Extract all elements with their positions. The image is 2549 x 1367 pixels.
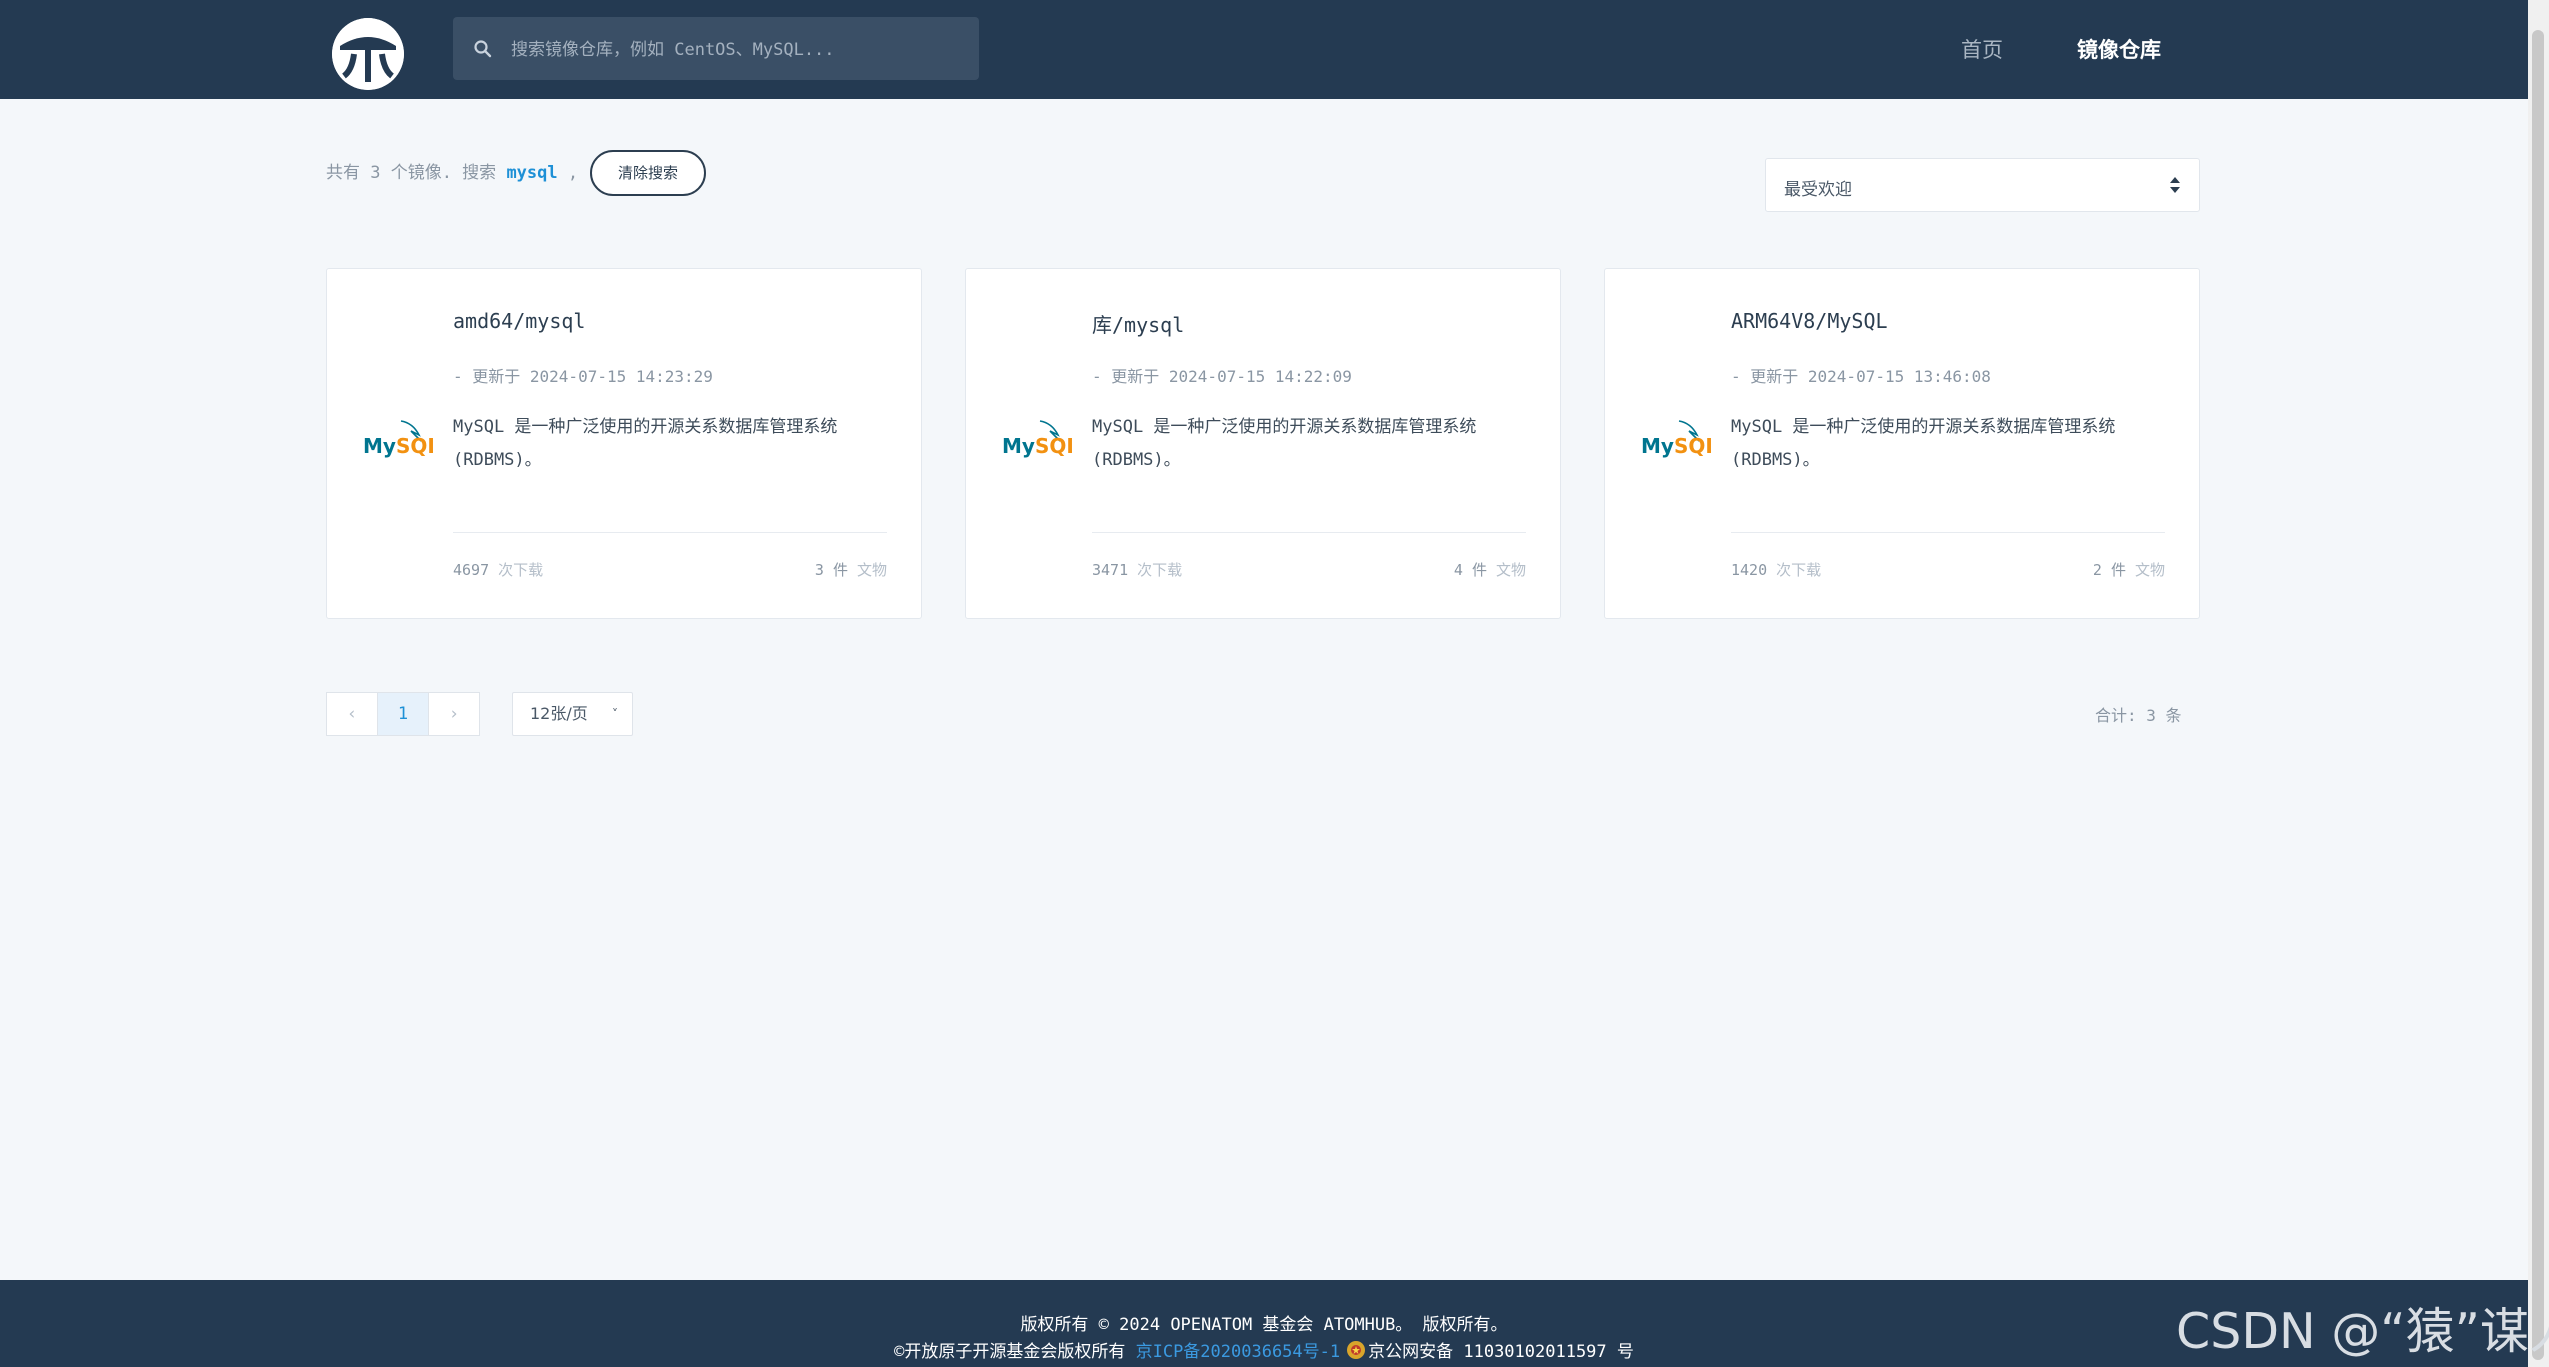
next-page-button[interactable]: › xyxy=(428,692,480,736)
nav-link-home[interactable]: 首页 xyxy=(1961,34,2003,64)
card-description: MySQL 是一种广泛使用的开源关系数据库管理系统 (RDBMS)。 xyxy=(1092,417,1477,470)
public-security-record-link[interactable]: 京公网安备 11030102011597 号 xyxy=(1368,1342,1634,1362)
card-updated-time: - 更新于 2024-07-15 13:46:08 xyxy=(1731,367,1991,386)
total-count: 合计: 3 条 xyxy=(2095,706,2182,725)
scrollbar-thumb[interactable] xyxy=(2532,30,2544,1360)
card-downloads: 3471 次下载 xyxy=(1092,559,1182,580)
image-card[interactable]: MySQL 库/mysql - 更新于 2024-07-15 14:22:09 … xyxy=(965,268,1561,619)
prev-page-button[interactable]: ‹ xyxy=(326,692,378,736)
image-card[interactable]: MySQL ARM64V8/MySQL - 更新于 2024-07-15 13:… xyxy=(1604,268,2200,619)
sort-selected-value: 最受欢迎 xyxy=(1784,180,1852,200)
card-divider xyxy=(453,532,887,533)
icp-license-link[interactable]: 京ICP备2020036654号-1 xyxy=(1136,1342,1341,1362)
sort-select[interactable]: 最受欢迎 xyxy=(1765,158,2200,212)
card-divider xyxy=(1731,532,2165,533)
page-scrollbar[interactable] xyxy=(2528,0,2549,1367)
search-summary: 共有 3 个镜像. 搜索 mysql , xyxy=(326,158,578,183)
card-downloads: 4697 次下载 xyxy=(453,559,543,580)
page-size-value: 12张/页 xyxy=(530,704,588,723)
artifact-label: 文物 xyxy=(1495,561,1526,579)
svg-text:MySQL: MySQL xyxy=(363,434,433,458)
svg-text:MySQL: MySQL xyxy=(1641,434,1711,458)
footer-registration-line: ©开放原子开源基金会版权所有 京ICP备2020036654号-1 京公网安备 … xyxy=(0,1337,2528,1362)
download-label: 次下载 xyxy=(1776,561,1822,579)
footer: 版权所有 © 2024 OPENATOM 基金会 ATOMHUB。 版权所有。 … xyxy=(0,1280,2528,1367)
image-card[interactable]: MySQL amd64/mysql - 更新于 2024-07-15 14:23… xyxy=(326,268,922,619)
summary-text: 共有 3 个镜像. 搜索 xyxy=(326,163,497,183)
artifact-count: 4 件 xyxy=(1453,561,1487,579)
artifact-count: 3 件 xyxy=(814,561,848,579)
page-size-select[interactable]: 12张/页 ˅ xyxy=(512,692,633,736)
card-description: MySQL 是一种广泛使用的开源关系数据库管理系统 (RDBMS)。 xyxy=(1731,417,2116,470)
card-downloads: 1420 次下载 xyxy=(1731,559,1821,580)
clear-search-button[interactable]: 清除搜索 xyxy=(590,150,706,196)
mysql-logo-icon: MySQL xyxy=(1641,420,1711,458)
page-number-1[interactable]: 1 xyxy=(377,692,429,736)
download-count: 4697 xyxy=(453,561,490,579)
top-navbar: 首页 镜像仓库 xyxy=(0,0,2528,99)
card-updated-time: - 更新于 2024-07-15 14:22:09 xyxy=(1092,367,1352,386)
download-label: 次下载 xyxy=(1137,561,1183,579)
footer-copyright-line: 版权所有 © 2024 OPENATOM 基金会 ATOMHUB。 版权所有。 xyxy=(1020,1315,1508,1335)
search-box[interactable] xyxy=(453,17,979,82)
download-count: 1420 xyxy=(1731,561,1768,579)
footer-foundation-copyright: ©开放原子开源基金会版权所有 xyxy=(894,1342,1126,1362)
card-updated-time: - 更新于 2024-07-15 14:23:29 xyxy=(453,367,713,386)
artifact-count: 2 件 xyxy=(2092,561,2126,579)
mysql-logo-icon: MySQL xyxy=(1002,420,1072,458)
police-badge-icon xyxy=(1347,1341,1366,1359)
sort-arrows-icon xyxy=(2170,177,2180,193)
summary-separator: , xyxy=(567,163,579,183)
card-divider xyxy=(1092,532,1526,533)
pagination: ‹ 1 › xyxy=(326,692,480,738)
card-title[interactable]: amd64/mysql xyxy=(453,309,585,333)
search-icon xyxy=(474,40,492,58)
card-artifacts: 4 件 文物 xyxy=(1454,559,1526,580)
artifact-label: 文物 xyxy=(856,561,887,579)
download-count: 3471 xyxy=(1092,561,1129,579)
card-artifacts: 3 件 文物 xyxy=(815,559,887,580)
search-keyword: mysql xyxy=(506,163,558,183)
download-label: 次下载 xyxy=(498,561,544,579)
mysql-logo-icon: MySQL xyxy=(363,420,433,458)
nav-link-repository[interactable]: 镜像仓库 xyxy=(2077,34,2161,64)
search-input[interactable] xyxy=(509,17,963,82)
card-artifacts: 2 件 文物 xyxy=(2093,559,2165,580)
card-title[interactable]: 库/mysql xyxy=(1092,309,1184,338)
card-title[interactable]: ARM64V8/MySQL xyxy=(1731,309,1888,333)
artifact-label: 文物 xyxy=(2134,561,2165,579)
chevron-down-icon: ˅ xyxy=(612,707,618,721)
atomhub-logo[interactable] xyxy=(332,18,404,90)
svg-text:MySQL: MySQL xyxy=(1002,434,1072,458)
csdn-watermark: CSDN @“猿”谋人 xyxy=(2176,1303,2549,1360)
card-description: MySQL 是一种广泛使用的开源关系数据库管理系统 (RDBMS)。 xyxy=(453,417,838,470)
